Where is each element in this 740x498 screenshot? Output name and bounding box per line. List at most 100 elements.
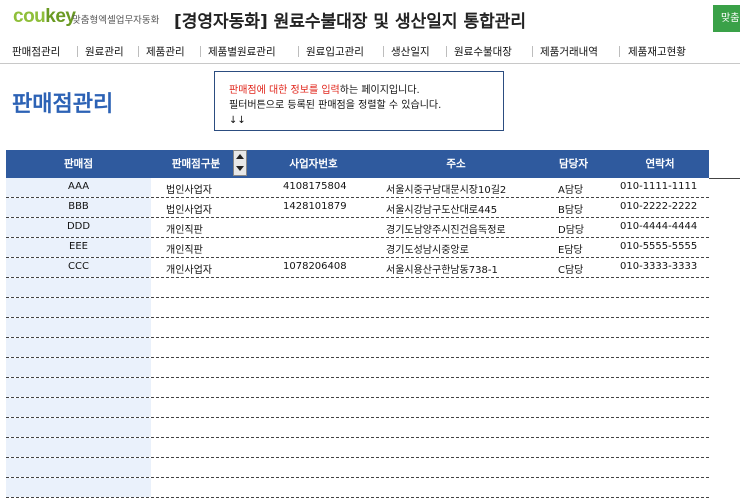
info-text: 하는 페이지입니다. (339, 85, 420, 96)
table-body: AAA 법인사업자 4108175804 서울시중구남대문시장10길2 A담당 010-1… (6, 178, 709, 498)
col-header-store-type: 판매점구분 (171, 158, 221, 170)
table-row[interactable]: EEE 개인직판 경기도성남시중앙로 E담당 010-5555-5555 (6, 238, 709, 258)
app-header: coukey 맞춤형엑셀업무자동화 [경영자동화] 원료수불대장 및 생산일지 … (0, 0, 740, 36)
info-box: 판매점에 대한 정보를 입력하는 페이지입니다. 필터버튼으로 등록된 판매점을… (214, 71, 504, 131)
table-row[interactable]: CCC 개인사업자 1078206408 서울시용산구한남동738-1 C담당 010-3… (6, 258, 709, 278)
table-row[interactable]: AAA 법인사업자 4108175804 서울시중구남대문시장10길2 A담당 010-1… (6, 178, 709, 198)
cell-address[interactable]: 경기도남양주시진건읍독정로 (386, 221, 531, 236)
cell-address[interactable]: 경기도성남시중앙로 (386, 241, 531, 256)
store-cell-background (6, 318, 151, 337)
info-line-1: 판매점에 대한 정보를 입력하는 페이지입니다. (229, 83, 503, 98)
nav-separator (298, 46, 299, 57)
cell-biz-no[interactable]: 1428101879 (283, 201, 347, 212)
cell-phone[interactable]: 010-5555-5555 (620, 241, 697, 252)
cell-manager[interactable]: E담당 (558, 241, 583, 256)
table-row[interactable] (6, 398, 709, 418)
cell-store[interactable]: DDD (6, 221, 151, 232)
cell-manager[interactable]: A담당 (558, 181, 583, 196)
cell-store-type[interactable]: 법인사업자 (166, 201, 212, 216)
cell-manager[interactable]: D담당 (558, 221, 584, 236)
cell-manager[interactable]: C담당 (558, 261, 583, 276)
cell-store-type[interactable]: 개인직판 (166, 241, 203, 256)
nav-separator (200, 46, 201, 57)
store-cell-background (6, 438, 151, 457)
col-header-address: 주소 (446, 158, 466, 170)
table-row[interactable] (6, 338, 709, 358)
nav-item-product-stock[interactable]: 제품재고현황 (628, 44, 686, 59)
cell-store-type[interactable]: 법인사업자 (166, 181, 212, 196)
store-cell-background (6, 458, 151, 477)
table-row[interactable] (6, 378, 709, 398)
nav-separator (138, 46, 139, 57)
col-header-manager: 담당자 (559, 158, 588, 170)
cell-store[interactable]: AAA (6, 181, 151, 192)
col-header-biz-no: 사업자번호 (289, 158, 338, 170)
col-header-store: 판매점 (64, 158, 93, 170)
cell-store[interactable]: BBB (6, 201, 151, 212)
divider (709, 178, 740, 179)
logo-text: cou (13, 6, 46, 27)
info-highlight: 판매점에 대한 정보를 입력 (229, 85, 340, 96)
store-cell-background (6, 278, 151, 297)
sort-spinner-button[interactable] (233, 150, 247, 176)
cell-phone[interactable]: 010-3333-3333 (620, 261, 697, 272)
nav-separator (532, 46, 533, 57)
cell-phone[interactable]: 010-4444-4444 (620, 221, 697, 232)
cell-address[interactable]: 서울시용산구한남동738-1 (386, 261, 531, 276)
cell-store[interactable]: EEE (6, 241, 151, 252)
cell-address[interactable]: 서울시강남구도산대로445 (386, 201, 531, 216)
sort-down-icon[interactable] (236, 166, 244, 171)
nav-separator (77, 46, 78, 57)
info-line-3: ↓↓ (229, 115, 246, 126)
green-action-button[interactable]: 맞춤 (713, 5, 740, 32)
nav-item-material-ledger[interactable]: 원료수불대장 (454, 44, 512, 59)
sort-up-icon[interactable] (236, 154, 244, 159)
store-cell-background (6, 478, 151, 497)
store-cell-background (6, 398, 151, 417)
nav-item-product-transactions[interactable]: 제품거래내역 (540, 44, 598, 59)
logo-text-key: key (45, 6, 76, 27)
info-line-2: 필터버튼으로 등록된 판매점을 정렬할 수 있습니다. (229, 100, 442, 111)
table-row[interactable] (6, 478, 709, 498)
cell-address[interactable]: 서울시중구남대문시장10길2 (386, 181, 531, 196)
nav-item-material[interactable]: 원료관리 (85, 44, 124, 59)
nav-item-store[interactable]: 판매점관리 (12, 44, 60, 59)
nav-item-product-material[interactable]: 제품별원료관리 (208, 44, 276, 59)
cell-store-type[interactable]: 개인직판 (166, 221, 203, 236)
cell-biz-no[interactable]: 1078206408 (283, 261, 347, 272)
store-table: 판매점 판매점구분 사업자번호 주소 담당자 연락처 AAA 법인사업자 41081… (6, 150, 709, 498)
table-header: 판매점 판매점구분 사업자번호 주소 담당자 연락처 (6, 150, 709, 178)
cell-store-type[interactable]: 개인사업자 (166, 261, 212, 276)
store-cell-background (6, 378, 151, 397)
col-header-phone: 연락처 (645, 158, 675, 170)
nav-item-production-log[interactable]: 생산일지 (391, 44, 430, 59)
nav-separator (446, 46, 447, 57)
tagline: 맞춤형엑셀업무자동화 (72, 15, 160, 26)
store-cell-background (6, 418, 151, 437)
cell-biz-no[interactable]: 4108175804 (283, 181, 347, 192)
cell-store[interactable]: CCC (6, 261, 151, 272)
table-row[interactable]: DDD 개인직판 경기도남양주시진건읍독정로 D담당 010-4444-4444 (6, 218, 709, 238)
table-row[interactable] (6, 298, 709, 318)
app-title: [경영자동화] 원료수불대장 및 생산일지 통합관리 (174, 12, 527, 32)
nav-item-material-receipt[interactable]: 원료입고관리 (306, 44, 364, 59)
nav-separator (383, 46, 384, 57)
nav-separator (619, 46, 620, 57)
coukey-logo[interactable]: coukey (13, 6, 76, 28)
cell-phone[interactable]: 010-1111-1111 (620, 181, 697, 192)
store-cell-background (6, 338, 151, 357)
table-row[interactable]: BBB 법인사업자 1428101879 서울시강남구도산대로445 B담당 010-22… (6, 198, 709, 218)
table-row[interactable] (6, 278, 709, 298)
cell-phone[interactable]: 010-2222-2222 (620, 201, 697, 212)
top-nav: 판매점관리 원료관리 제품관리 제품별원료관리 원료입고관리 생산일지 원료수불… (0, 38, 740, 64)
store-cell-background (6, 298, 151, 317)
table-row[interactable] (6, 358, 709, 378)
nav-item-product[interactable]: 제품관리 (146, 44, 185, 59)
page-title: 판매점관리 (12, 92, 114, 117)
table-row[interactable] (6, 418, 709, 438)
cell-manager[interactable]: B담당 (558, 201, 583, 216)
table-row[interactable] (6, 318, 709, 338)
table-row[interactable] (6, 438, 709, 458)
store-cell-background (6, 358, 151, 377)
table-row[interactable] (6, 458, 709, 478)
